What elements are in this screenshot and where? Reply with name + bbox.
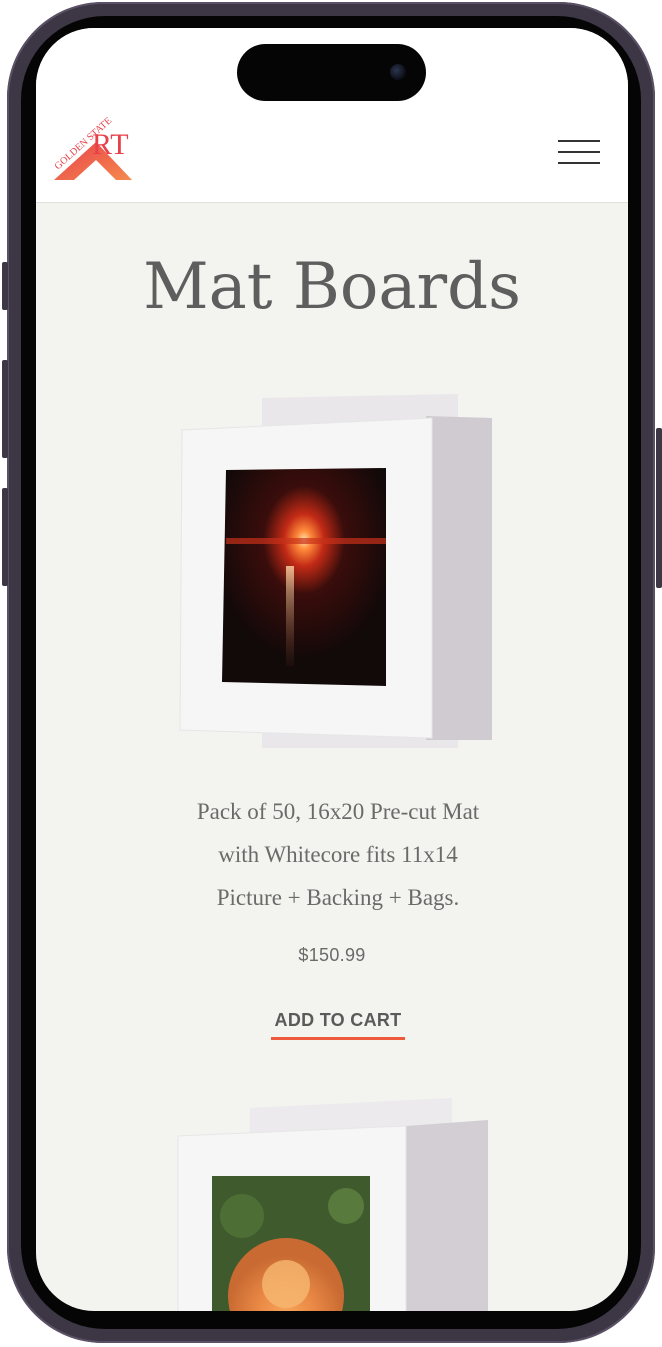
description-line: with Whitecore fits 11x14 — [218, 842, 458, 867]
product-description: Pack of 50, 16x20 Pre-cut Mat with White… — [166, 790, 510, 919]
page-title: Mat Boards — [143, 250, 521, 324]
golden-state-art-logo[interactable]: GOLDEN STATE RT — [52, 114, 134, 186]
dynamic-island — [237, 44, 426, 101]
svg-text:RT: RT — [92, 128, 129, 161]
front-camera-icon — [390, 64, 406, 80]
product-price: $150.99 — [298, 945, 366, 965]
volume-up-button — [2, 360, 8, 458]
hamburger-menu-icon[interactable] — [558, 138, 600, 166]
product-image-sunset-mat[interactable] — [136, 388, 528, 768]
power-button — [656, 428, 662, 588]
volume-down-button — [2, 488, 8, 586]
add-to-cart-button[interactable]: ADD TO CART — [271, 1010, 405, 1040]
mute-switch — [2, 262, 8, 310]
description-line: Picture + Backing + Bags. — [216, 885, 460, 910]
product-image-rose-mat[interactable] — [136, 1096, 528, 1311]
description-line: Pack of 50, 16x20 Pre-cut Mat — [196, 799, 480, 824]
screen: GOLDEN STATE RT Mat Boards Pack of 50, 1… — [36, 28, 628, 1311]
